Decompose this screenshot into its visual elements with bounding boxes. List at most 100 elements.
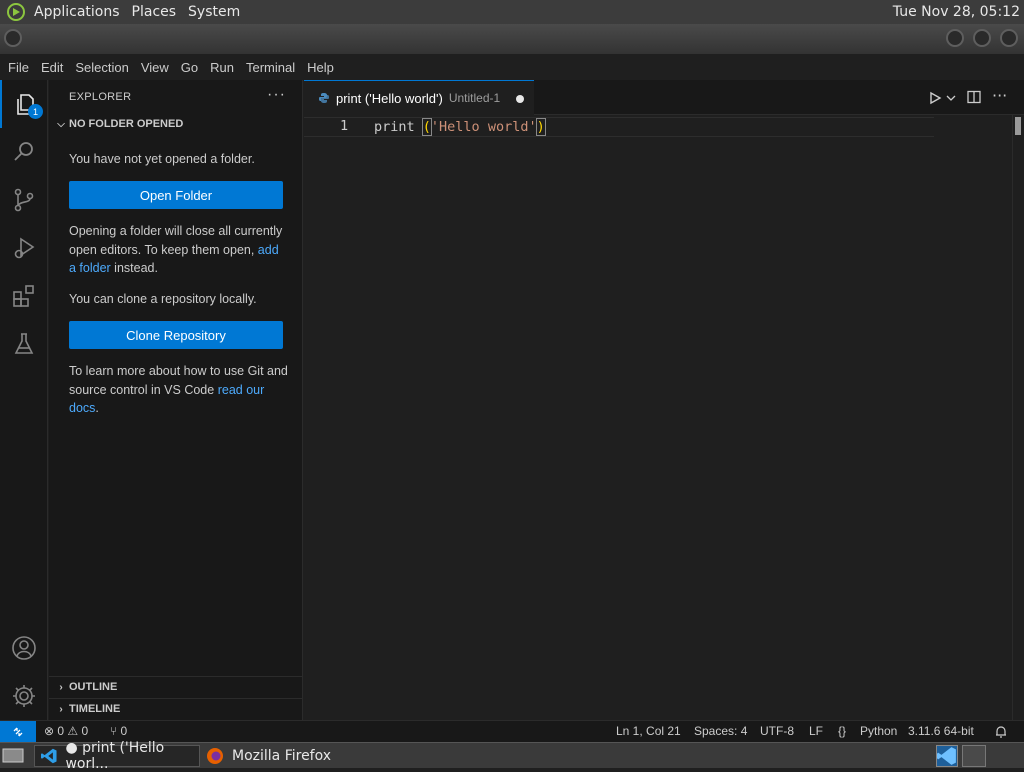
language-braces-icon[interactable]: {} bbox=[838, 724, 846, 738]
activity-explorer[interactable]: 1 bbox=[0, 80, 48, 128]
tab-untitled-1[interactable]: print ('Hello world') Untitled-1 bbox=[304, 80, 534, 115]
vscode-task-label: ● print ('Hello worl... bbox=[65, 740, 165, 772]
no-folder-message: You have not yet opened a folder. bbox=[69, 152, 255, 166]
indentation[interactable]: Spaces: 4 bbox=[694, 724, 747, 738]
run-python-icon[interactable] bbox=[928, 91, 942, 105]
outline-section[interactable]: › OUTLINE bbox=[49, 676, 303, 698]
testing-icon bbox=[14, 333, 34, 354]
outline-label: OUTLINE bbox=[69, 681, 118, 693]
unsaved-dot-icon[interactable] bbox=[516, 95, 524, 103]
workspace-vscode-icon bbox=[937, 747, 956, 765]
cursor-position[interactable]: Ln 1, Col 21 bbox=[616, 724, 681, 738]
menu-run[interactable]: Run bbox=[202, 60, 238, 75]
remote-indicator[interactable] bbox=[0, 721, 36, 742]
minimize-button[interactable] bbox=[946, 29, 964, 47]
search-icon bbox=[14, 142, 33, 161]
workspace-switcher[interactable] bbox=[936, 745, 958, 767]
settings-gear-icon bbox=[13, 685, 35, 707]
top-panel: Applications Places System Tue Nov 28, 0… bbox=[0, 0, 1024, 24]
window-menu-button[interactable] bbox=[4, 29, 22, 47]
show-desktop-button[interactable] bbox=[2, 745, 28, 767]
explorer-header: EXPLORER bbox=[69, 91, 132, 103]
explorer-sidebar: EXPLORER ··· ⌵ NO FOLDER OPENED You have… bbox=[49, 80, 303, 720]
menu-selection[interactable]: Selection bbox=[67, 60, 132, 75]
places-menu[interactable]: Places bbox=[126, 0, 183, 24]
system-menu[interactable]: System bbox=[182, 0, 246, 24]
no-folder-section-header[interactable]: ⌵ NO FOLDER OPENED bbox=[53, 118, 183, 130]
menu-help[interactable]: Help bbox=[299, 60, 338, 75]
desktop-icon bbox=[2, 748, 24, 763]
code-keyword: print bbox=[374, 119, 423, 135]
chevron-right-icon: › bbox=[59, 703, 63, 715]
firefox-icon bbox=[207, 748, 223, 764]
editor-scrollbar[interactable] bbox=[1012, 115, 1024, 720]
activity-search[interactable] bbox=[0, 128, 48, 176]
open-folder-button[interactable]: Open Folder bbox=[69, 181, 283, 209]
python-interpreter[interactable]: 3.11.6 64-bit bbox=[908, 724, 974, 738]
taskbar-firefox-window[interactable]: Mozilla Firefox bbox=[204, 745, 374, 767]
activity-bar: 1 bbox=[0, 80, 48, 720]
extensions-icon bbox=[13, 285, 34, 307]
maximize-button[interactable] bbox=[973, 29, 991, 47]
end-of-line[interactable]: LF bbox=[809, 724, 823, 738]
close-button[interactable] bbox=[1000, 29, 1018, 47]
clone-message: You can clone a repository locally. bbox=[69, 292, 257, 306]
clone-repository-button[interactable]: Clone Repository bbox=[69, 321, 283, 349]
notifications-bell-icon[interactable] bbox=[994, 725, 1008, 739]
warning-text-end: instead. bbox=[110, 261, 158, 275]
git-docs-message: To learn more about how to use Git and s… bbox=[69, 362, 289, 418]
menu-view[interactable]: View bbox=[133, 60, 173, 75]
ports-indicator[interactable]: ⑂ 0 bbox=[110, 724, 127, 738]
activity-manage[interactable] bbox=[0, 672, 48, 720]
code-bracket-open: ( bbox=[421, 118, 432, 136]
code-string: 'Hello world' bbox=[430, 119, 537, 135]
open-folder-warning: Opening a folder will close all currentl… bbox=[69, 222, 289, 278]
taskbar-vscode-window[interactable]: ● print ('Hello worl... bbox=[34, 740, 200, 772]
problems-indicator[interactable]: ⊗ 0 ⚠ 0 bbox=[44, 724, 88, 738]
timeline-title: › TIMELINE bbox=[53, 703, 120, 715]
outline-title: › OUTLINE bbox=[53, 681, 117, 693]
activity-extensions[interactable] bbox=[0, 272, 48, 320]
applications-menu[interactable]: Applications bbox=[28, 0, 126, 24]
menu-go[interactable]: Go bbox=[173, 60, 202, 75]
tab-description: Untitled-1 bbox=[448, 91, 501, 105]
clock[interactable]: Tue Nov 28, 05:12 bbox=[893, 4, 1024, 20]
editor-more-actions-icon[interactable]: ··· bbox=[992, 86, 1007, 105]
line-number: 1 bbox=[340, 118, 349, 134]
split-editor-icon[interactable] bbox=[967, 90, 981, 104]
scroll-thumb[interactable] bbox=[1015, 117, 1021, 135]
code-editor[interactable]: 1 print ('Hello world') bbox=[304, 115, 1024, 720]
activity-run-debug[interactable] bbox=[0, 224, 48, 272]
section-title: NO FOLDER OPENED bbox=[69, 118, 184, 130]
activity-source-control[interactable] bbox=[0, 176, 48, 224]
vscode-icon bbox=[41, 748, 57, 764]
gnome-logo-icon[interactable] bbox=[6, 2, 26, 22]
more-actions-icon[interactable]: ··· bbox=[267, 86, 286, 104]
explorer-badge: 1 bbox=[28, 104, 43, 119]
source-control-icon bbox=[14, 188, 34, 212]
language-mode[interactable]: Python bbox=[860, 724, 897, 738]
firefox-task-label: Mozilla Firefox bbox=[232, 748, 332, 764]
remote-icon bbox=[13, 727, 23, 736]
code-line-1[interactable]: print ('Hello world') bbox=[374, 117, 546, 137]
workspace-2[interactable] bbox=[962, 745, 986, 767]
encoding[interactable]: UTF-8 bbox=[760, 724, 794, 738]
account-icon bbox=[12, 636, 36, 660]
activity-account[interactable] bbox=[0, 624, 48, 672]
taskbar: ● print ('Hello worl... Mozilla Firefox bbox=[0, 740, 1024, 772]
warning-text: Opening a folder will close all currentl… bbox=[69, 224, 283, 257]
menu-file[interactable]: File bbox=[0, 60, 33, 75]
chevron-down-icon[interactable] bbox=[946, 94, 956, 102]
status-bar: ⊗ 0 ⚠ 0 ⑂ 0 Ln 1, Col 21 Spaces: 4 UTF-8… bbox=[0, 720, 1024, 742]
code-bracket-close: ) bbox=[535, 118, 546, 136]
python-file-icon bbox=[319, 93, 329, 103]
git-text-end: . bbox=[95, 401, 99, 415]
chevron-right-icon: › bbox=[59, 681, 63, 693]
window-titlebar[interactable] bbox=[0, 24, 1024, 54]
activity-testing[interactable] bbox=[0, 320, 48, 368]
chevron-down-icon: ⌵ bbox=[57, 118, 65, 130]
timeline-section[interactable]: › TIMELINE bbox=[49, 698, 303, 720]
menu-terminal[interactable]: Terminal bbox=[238, 60, 299, 75]
menubar: File Edit Selection View Go Run Terminal… bbox=[0, 54, 1024, 80]
menu-edit[interactable]: Edit bbox=[33, 60, 67, 75]
